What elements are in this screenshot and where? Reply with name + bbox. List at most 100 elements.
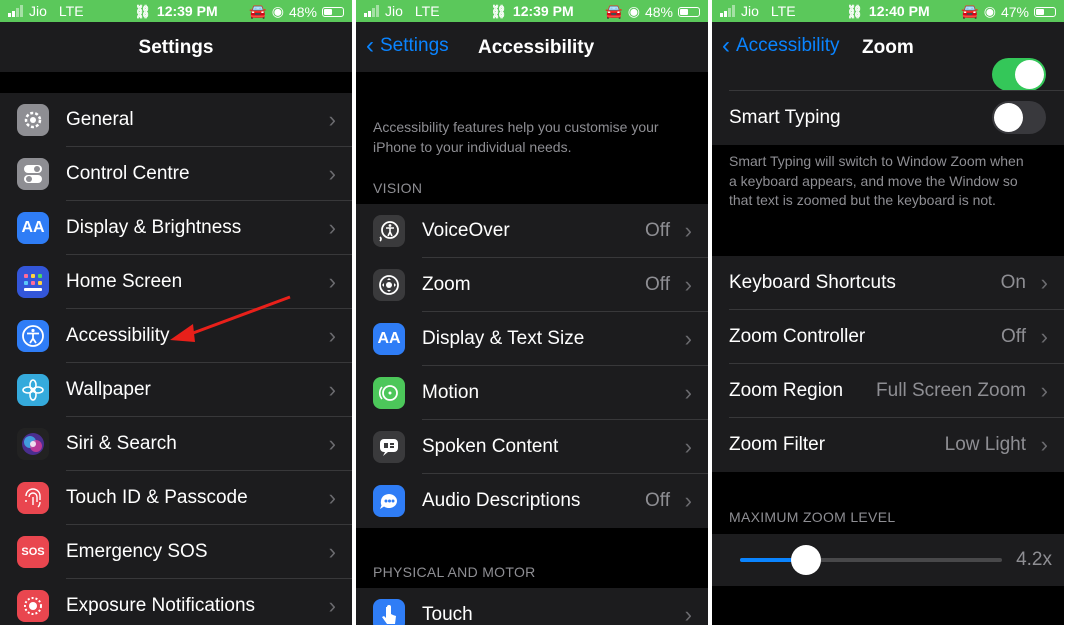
max-zoom-slider[interactable] bbox=[740, 545, 1002, 575]
zoom-item-zoom-region[interactable]: Zoom Region Full Screen Zoom › bbox=[712, 364, 1064, 418]
zoom-options-list: Keyboard Shortcuts On › Zoom Controller Off ›… bbox=[712, 256, 1064, 472]
row-value: Off bbox=[645, 220, 670, 241]
page-title: Accessibility bbox=[478, 37, 595, 58]
text-size-icon: AA bbox=[373, 323, 405, 355]
back-button[interactable]: ‹ Settings bbox=[366, 32, 449, 59]
zoom-screen: Jio LTE ⛓ 12:40 PM 🚘 ◉ 47% ‹ Accessibility… bbox=[712, 0, 1064, 625]
section-header-vision: VISION bbox=[373, 180, 423, 196]
page-title: Zoom bbox=[862, 37, 914, 58]
chevron-right-icon: › bbox=[328, 215, 336, 240]
hotspot-link-icon: ⛓ bbox=[134, 4, 151, 19]
chevron-left-icon: ‹ bbox=[366, 32, 374, 59]
chevron-right-icon: › bbox=[328, 323, 336, 348]
settings-item-touch-id-passcode[interactable]: Touch ID & Passcode › bbox=[0, 471, 352, 525]
chevron-right-icon: › bbox=[1040, 432, 1048, 457]
row-label: Zoom bbox=[422, 274, 471, 295]
orientation-lock-icon: ◉ bbox=[627, 3, 640, 19]
back-button[interactable]: ‹ Accessibility bbox=[722, 32, 839, 59]
flower-icon bbox=[17, 374, 49, 406]
accessibility-item-spoken-content[interactable]: Spoken Content › bbox=[356, 420, 708, 474]
row-label: Zoom Controller bbox=[729, 326, 866, 347]
sos-icon: SOS bbox=[17, 536, 49, 568]
chevron-left-icon: ‹ bbox=[722, 32, 730, 59]
gear-icon bbox=[17, 104, 49, 136]
chevron-right-icon: › bbox=[328, 269, 336, 294]
battery-icon bbox=[678, 6, 700, 17]
motion-icon bbox=[373, 377, 405, 409]
chevron-right-icon: › bbox=[328, 485, 336, 510]
spoken-content-icon bbox=[373, 431, 405, 463]
accessibility-item-zoom[interactable]: Zoom Off › bbox=[356, 258, 708, 312]
row-label: Zoom Region bbox=[729, 380, 844, 401]
zoom-item-zoom-controller[interactable]: Zoom Controller Off › bbox=[712, 310, 1064, 364]
settings-list: General › Control Centre › AA Display & Brigh… bbox=[0, 93, 352, 625]
zoom-item-keyboard-shortcuts[interactable]: Keyboard Shortcuts On › bbox=[712, 256, 1064, 310]
row-value: On bbox=[1000, 272, 1026, 293]
zoom-item-zoom-filter[interactable]: Zoom Filter Low Light › bbox=[712, 418, 1064, 472]
accessibility-item-touch[interactable]: Touch › bbox=[356, 588, 708, 625]
settings-item-emergency-sos[interactable]: SOS Emergency SOS › bbox=[0, 525, 352, 579]
car-icon: 🚘 bbox=[249, 3, 267, 19]
settings-screen: Jio LTE ⛓ 12:39 PM 🚘 ◉ 48% Settings Gener… bbox=[0, 0, 352, 625]
settings-item-siri-search[interactable]: Siri & Search › bbox=[0, 417, 352, 471]
settings-item-exposure-notifications[interactable]: Exposure Notifications › bbox=[0, 579, 352, 625]
row-label: Accessibility bbox=[66, 325, 170, 346]
physical-list: Touch › bbox=[356, 588, 708, 625]
chevron-right-icon: › bbox=[684, 434, 692, 459]
accessibility-item-audio-descriptions[interactable]: Audio Descriptions Off › bbox=[356, 474, 708, 528]
accessibility-item-voiceover[interactable]: VoiceOver Off › bbox=[356, 204, 708, 258]
chevron-right-icon: › bbox=[328, 593, 336, 618]
section-header-max-zoom: MAXIMUM ZOOM LEVEL bbox=[729, 509, 896, 525]
chevron-right-icon: › bbox=[684, 380, 692, 405]
chevron-right-icon: › bbox=[1040, 378, 1048, 403]
row-label: Keyboard Shortcuts bbox=[729, 272, 896, 293]
toggles-icon bbox=[17, 158, 49, 190]
chevron-right-icon: › bbox=[684, 272, 692, 297]
chevron-right-icon: › bbox=[684, 488, 692, 513]
home-grid-icon bbox=[17, 266, 49, 298]
red-arrow-annotation bbox=[170, 295, 291, 342]
accessibility-icon bbox=[17, 320, 49, 352]
vision-list: VoiceOver Off › Zoom Off › AA Display & Text Si… bbox=[356, 204, 708, 528]
nav-bar: Settings bbox=[0, 22, 352, 72]
chevron-right-icon: › bbox=[328, 431, 336, 456]
slider-thumb[interactable] bbox=[790, 545, 821, 575]
smart-typing-description: Smart Typing will switch to Window Zoom … bbox=[729, 153, 1024, 208]
settings-item-display-brightness[interactable]: AA Display & Brightness › bbox=[0, 201, 352, 255]
hotspot-link-icon: ⛓ bbox=[846, 4, 863, 19]
row-label: Spoken Content bbox=[422, 436, 559, 457]
chevron-right-icon: › bbox=[328, 377, 336, 402]
battery-percent: 47% bbox=[1000, 3, 1029, 20]
accessibility-item-display-text-size[interactable]: AA Display & Text Size › bbox=[356, 312, 708, 366]
car-icon: 🚘 bbox=[605, 3, 623, 19]
accessibility-screen: Jio LTE ⛓ 12:39 PM 🚘 ◉ 48% ‹ Settings Acce… bbox=[356, 0, 708, 625]
page-title: Settings bbox=[138, 37, 214, 58]
chevron-right-icon: › bbox=[1040, 270, 1048, 295]
row-label: Display & Text Size bbox=[422, 328, 585, 349]
row-label: Audio Descriptions bbox=[422, 490, 581, 511]
clock: 12:39 PM bbox=[156, 3, 218, 19]
chevron-right-icon: › bbox=[328, 107, 336, 132]
battery-percent: 48% bbox=[288, 3, 317, 20]
siri-icon bbox=[17, 428, 49, 460]
smart-typing-row[interactable]: Smart Typing bbox=[712, 91, 1064, 145]
fingerprint-icon bbox=[17, 482, 49, 514]
settings-item-general[interactable]: General › bbox=[0, 93, 352, 147]
chevron-right-icon: › bbox=[684, 326, 692, 351]
row-label: Exposure Notifications bbox=[66, 595, 256, 616]
status-bar: Jio LTE ⛓ 12:40 PM 🚘 ◉ 47% bbox=[712, 0, 1064, 22]
row-label: General bbox=[66, 109, 134, 130]
previous-toggle[interactable] bbox=[992, 58, 1046, 91]
status-bar: Jio LTE ⛓ 12:39 PM 🚘 ◉ 48% bbox=[0, 0, 352, 22]
battery-icon bbox=[322, 6, 344, 17]
smart-typing-toggle[interactable] bbox=[992, 101, 1046, 134]
nav-bar: ‹ Settings Accessibility bbox=[356, 22, 708, 72]
accessibility-item-motion[interactable]: Motion › bbox=[356, 366, 708, 420]
max-zoom-value: 4.2x bbox=[1016, 549, 1052, 570]
settings-item-wallpaper[interactable]: Wallpaper › bbox=[0, 363, 352, 417]
touch-icon bbox=[373, 599, 405, 625]
hotspot-link-icon: ⛓ bbox=[490, 4, 507, 19]
row-label: Siri & Search bbox=[66, 433, 177, 454]
settings-item-control-centre[interactable]: Control Centre › bbox=[0, 147, 352, 201]
voiceover-icon bbox=[373, 215, 405, 247]
